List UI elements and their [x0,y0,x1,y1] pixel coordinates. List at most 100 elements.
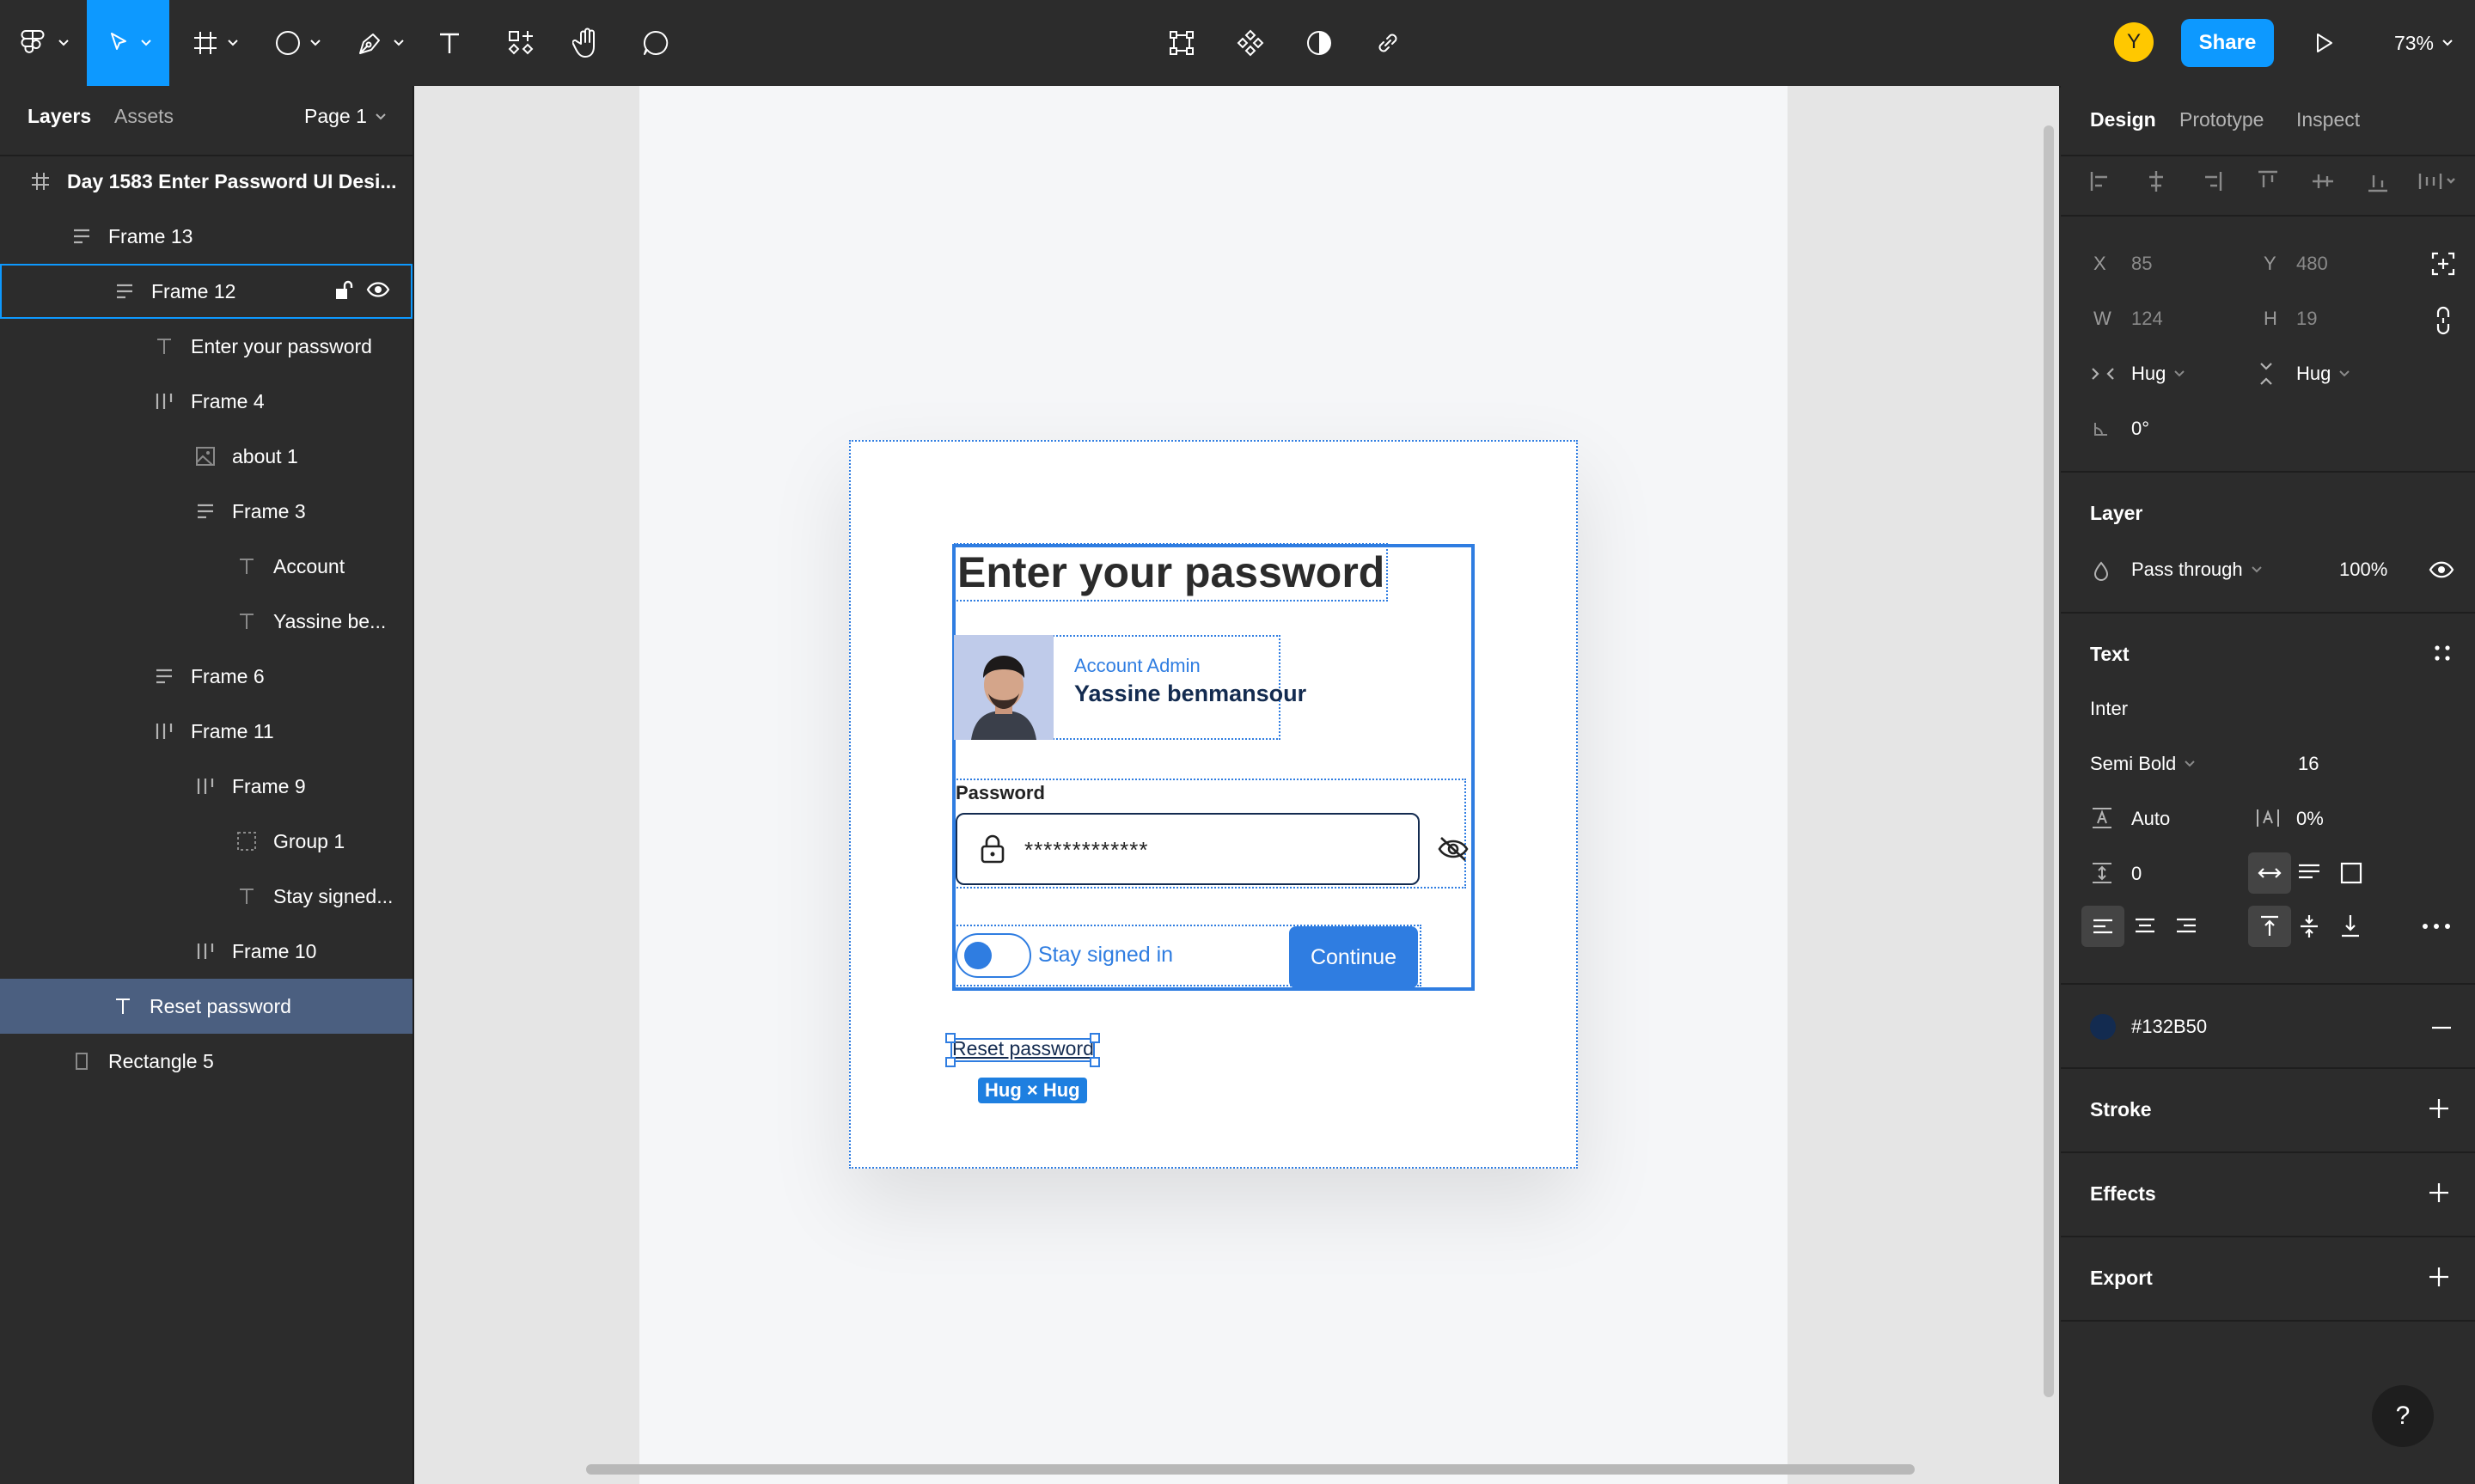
canvas[interactable]: Enter your password Account Admin Yassin… [414,86,2059,1484]
add-stroke-icon[interactable] [2427,1096,2451,1121]
avatar[interactable]: Y [2114,22,2154,62]
align-horizontal-center-icon[interactable] [2142,167,2171,196]
unlock-icon[interactable] [333,279,354,302]
font-family-select[interactable]: Inter [2090,698,2128,720]
opacity-input[interactable]: 100% [2339,559,2387,581]
hand-tool-button[interactable] [567,0,607,86]
vertical-align-middle-icon[interactable] [2298,913,2320,940]
text-styles-icon[interactable] [2432,643,2453,663]
tab-layers[interactable]: Layers [28,105,91,128]
layer-row[interactable]: Group 1 [0,814,412,869]
remove-fill-icon[interactable] [2430,1026,2453,1029]
text-align-left-button[interactable] [2081,906,2124,947]
pen-tool-button[interactable] [347,0,412,86]
layer-row[interactable]: Account [0,539,412,594]
vertical-align-bottom-icon[interactable] [2339,913,2362,938]
text-align-right-icon[interactable] [2174,916,2198,935]
eye-icon[interactable] [2429,560,2454,579]
paragraph-spacing-input[interactable]: 0 [2131,863,2142,885]
add-effect-icon[interactable] [2427,1181,2451,1205]
resize-handle[interactable] [945,1057,956,1067]
layer-row-highlighted[interactable]: Reset password [0,979,412,1034]
text-align-center-icon[interactable] [2133,916,2157,935]
fill-color-swatch[interactable] [2090,1014,2116,1040]
add-export-icon[interactable] [2427,1265,2451,1289]
eye-off-icon[interactable] [1437,835,1470,863]
tab-inspect[interactable]: Inspect [2296,108,2360,131]
page-selector[interactable]: Page 1 [304,105,386,128]
layer-row[interactable]: Frame 3 [0,484,412,539]
layer-row[interactable]: Stay signed... [0,869,412,924]
height-mode-select[interactable]: Hug [2296,363,2350,385]
resize-handle[interactable] [945,1033,956,1043]
move-tool-button[interactable] [87,0,169,86]
more-options-icon[interactable] [2422,923,2451,930]
auto-height-icon[interactable] [2296,861,2322,885]
layer-row[interactable]: Frame 6 [0,649,412,704]
resources-button[interactable] [501,0,541,86]
edit-object-button[interactable] [1162,0,1201,86]
line-height-input[interactable]: Auto [2131,808,2170,830]
align-right-icon[interactable] [2197,167,2226,196]
eye-icon[interactable] [366,281,390,298]
vertical-scrollbar[interactable] [2044,125,2054,1397]
export-section-title: Export [2090,1267,2153,1289]
share-button[interactable]: Share [2181,19,2274,67]
layer-row[interactable]: Day 1583 Enter Password UI Desi... [0,154,412,209]
resize-handle[interactable] [1090,1033,1100,1043]
blend-mode-select[interactable]: Pass through [2131,559,2262,581]
shape-tool-button[interactable] [265,0,330,86]
layer-row[interactable]: Frame 13 [0,209,412,264]
frame-12[interactable] [952,544,1475,991]
rotation-input[interactable]: 0° [2131,418,2149,440]
layer-row[interactable]: Frame 11 [0,704,412,759]
layer-row[interactable]: Frame 10 [0,924,412,979]
present-button[interactable] [2303,0,2346,86]
help-button[interactable]: ? [2372,1385,2434,1447]
link-button[interactable] [1368,0,1408,86]
width-mode-select[interactable]: Hug [2131,363,2185,385]
text-tool-button[interactable] [430,0,469,86]
x-input[interactable]: 85 [2131,253,2152,275]
tab-design[interactable]: Design [2090,108,2156,131]
constrain-proportions-icon[interactable] [2434,306,2453,335]
constraints-icon[interactable] [2430,251,2456,277]
horizontal-scrollbar[interactable] [586,1464,1915,1475]
resize-handle[interactable] [1090,1057,1100,1067]
fill-hex-input[interactable]: #132B50 [2131,1016,2207,1038]
create-component-button[interactable] [1231,0,1270,86]
layer-row-selected[interactable]: Frame 12 [0,264,412,319]
distribute-icon[interactable] [2417,167,2460,196]
y-input[interactable]: 480 [2296,253,2328,275]
auto-width-button[interactable] [2248,852,2291,894]
align-vertical-center-icon[interactable] [2308,167,2338,196]
comment-tool-button[interactable] [636,0,675,86]
layer-row[interactable]: Yassine be... [0,594,412,649]
frame-tool-button[interactable] [182,0,248,86]
layer-row[interactable]: about 1 [0,429,412,484]
layer-row[interactable]: Rectangle 5 [0,1034,412,1089]
h-input[interactable]: 19 [2296,308,2317,330]
font-size-input[interactable]: 16 [2298,753,2319,775]
vertical-align-top-button[interactable] [2248,906,2291,947]
layer-row[interactable]: Frame 4 [0,374,412,429]
page-heading[interactable]: Enter your password [954,543,1389,602]
main-menu-button[interactable] [12,0,72,86]
align-left-icon[interactable] [2087,167,2116,196]
layer-row[interactable]: Frame 9 [0,759,412,814]
password-input[interactable]: ************* [956,813,1420,885]
stay-signed-toggle[interactable] [956,933,1031,978]
letter-spacing-input[interactable]: 0% [2296,808,2324,830]
reset-password-link[interactable]: Reset password [952,1037,1094,1060]
w-input[interactable]: 124 [2131,308,2163,330]
zoom-menu[interactable]: 73% [2380,0,2466,86]
tab-prototype[interactable]: Prototype [2179,108,2264,131]
align-top-icon[interactable] [2253,167,2282,196]
font-weight-select[interactable]: Semi Bold [2090,753,2195,775]
align-bottom-icon[interactable] [2363,167,2392,196]
layer-row[interactable]: Enter your password [0,319,412,374]
tab-assets[interactable]: Assets [114,105,174,128]
continue-button[interactable]: Continue [1289,926,1418,988]
mask-button[interactable] [1299,0,1339,86]
fixed-size-icon[interactable] [2339,861,2363,885]
